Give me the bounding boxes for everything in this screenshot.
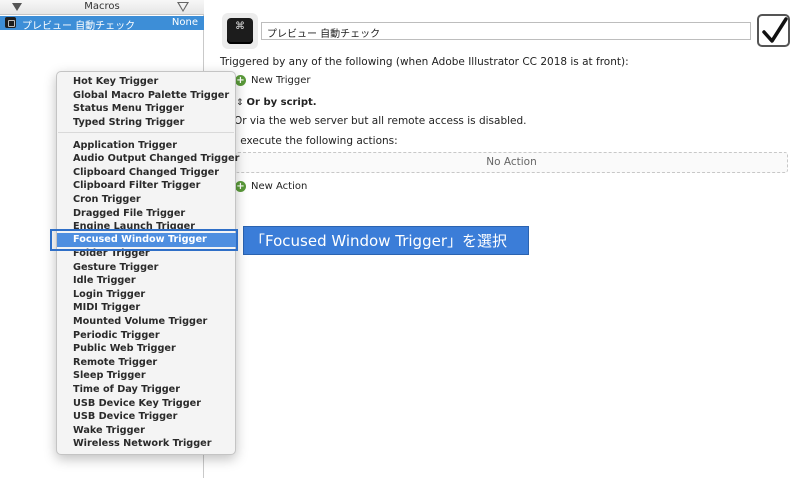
menu-item-clipboard-filter-trigger[interactable]: Clipboard Filter Trigger <box>73 180 200 191</box>
command-key-icon: ⌘ <box>227 18 253 44</box>
menu-item-application-trigger[interactable]: Application Trigger <box>73 140 177 151</box>
macro-mini-icon <box>5 17 16 28</box>
menu-item-hot-key-trigger[interactable]: Hot Key Trigger <box>73 76 158 87</box>
menu-item-usb-device-key-trigger[interactable]: USB Device Key Trigger <box>73 398 201 409</box>
menu-item-dragged-file-trigger[interactable]: Dragged File Trigger <box>73 208 185 219</box>
macros-column-header[interactable]: Macros <box>0 0 204 15</box>
menu-item-typed-string-trigger[interactable]: Typed String Trigger <box>73 117 184 128</box>
macro-list-item-name: プレビュー 自動チェック <box>22 21 136 32</box>
menu-item-sleep-trigger[interactable]: Sleep Trigger <box>73 370 146 381</box>
web-server-note: Or via the web server but all remote acc… <box>234 115 527 127</box>
menu-item-audio-output-changed-trigger[interactable]: Audio Output Changed Trigger <box>73 153 239 164</box>
execute-actions-label: l execute the following actions: <box>234 135 398 147</box>
menu-separator <box>58 132 234 133</box>
menu-item-clipboard-changed-trigger[interactable]: Clipboard Changed Trigger <box>73 167 219 178</box>
trigger-menu: Hot Key Trigger Global Macro Palette Tri… <box>56 71 239 455</box>
plus-circle-icon: + <box>235 75 246 86</box>
updown-arrows-icon: ⇕ <box>236 97 244 108</box>
menu-item-midi-trigger[interactable]: MIDI Trigger <box>73 302 140 313</box>
menu-item-mounted-volume-trigger[interactable]: Mounted Volume Trigger <box>73 316 207 327</box>
menu-item-wireless-network-trigger[interactable]: Wireless Network Trigger <box>73 438 212 449</box>
menu-item-usb-device-trigger[interactable]: USB Device Trigger <box>73 411 177 422</box>
triggered-by-label: Triggered by any of the following (when … <box>220 56 629 68</box>
new-action-button[interactable]: + New Action <box>235 181 307 192</box>
command-glyph: ⌘ <box>235 21 245 32</box>
macro-enabled-checkbox[interactable] <box>757 14 790 47</box>
checkmark-icon <box>762 17 788 43</box>
menu-item-public-web-trigger[interactable]: Public Web Trigger <box>73 343 176 354</box>
menu-item-status-menu-trigger[interactable]: Status Menu Trigger <box>73 103 184 114</box>
macro-list-item[interactable]: プレビュー 自動チェック None <box>0 16 204 32</box>
macro-icon-well[interactable]: ⌘ <box>222 13 258 49</box>
menu-item-periodic-trigger[interactable]: Periodic Trigger <box>73 330 160 341</box>
or-by-script-label: Or by script. <box>246 97 317 108</box>
macro-hotkey-badge: None <box>171 17 198 28</box>
menu-item-login-trigger[interactable]: Login Trigger <box>73 289 145 300</box>
menu-item-cron-trigger[interactable]: Cron Trigger <box>73 194 141 205</box>
macros-header-title: Macros <box>84 1 120 12</box>
new-action-label: New Action <box>251 181 308 192</box>
menu-item-idle-trigger[interactable]: Idle Trigger <box>73 275 136 286</box>
new-trigger-label: New Trigger <box>251 75 311 86</box>
macro-name-field[interactable]: プレビュー 自動チェック <box>261 22 751 40</box>
annotation-callout: 「Focused Window Trigger」を選択 <box>243 226 529 255</box>
menu-item-wake-trigger[interactable]: Wake Trigger <box>73 425 145 436</box>
or-by-script-disclosure[interactable]: ⇕ Or by script. <box>236 97 317 108</box>
plus-circle-icon: + <box>235 181 246 192</box>
actions-drop-area[interactable]: No Action <box>235 152 788 173</box>
sort-triangle-inner <box>179 3 187 10</box>
new-trigger-button[interactable]: + New Trigger <box>235 75 310 86</box>
menu-item-global-macro-palette-trigger[interactable]: Global Macro Palette Trigger <box>73 90 229 101</box>
annotation-focus-box <box>50 229 238 251</box>
menu-item-gesture-trigger[interactable]: Gesture Trigger <box>73 262 158 273</box>
menu-item-remote-trigger[interactable]: Remote Trigger <box>73 357 157 368</box>
menu-item-time-of-day-trigger[interactable]: Time of Day Trigger <box>73 384 180 395</box>
